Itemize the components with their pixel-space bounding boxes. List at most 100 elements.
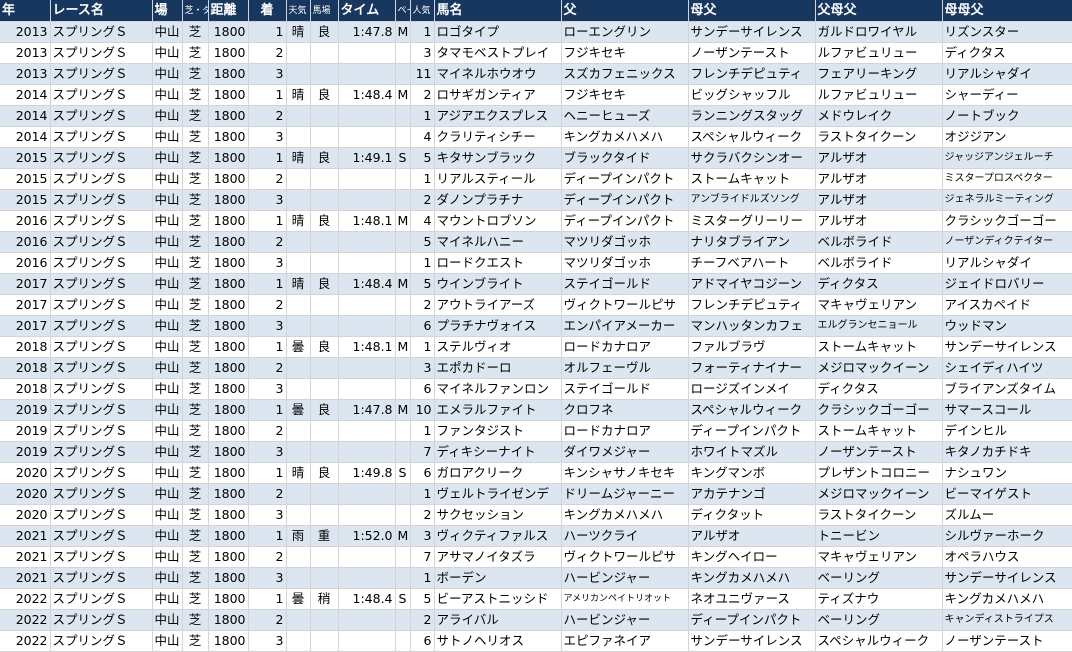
race-name-cell: スプリングＳ: [50, 588, 153, 610]
time-cell: 1:48.1: [338, 336, 396, 358]
race-name-cell: スプリングＳ: [50, 210, 153, 232]
pace-cell: M: [395, 84, 411, 106]
dam-dam-sire-cell: リズンスター: [942, 21, 1072, 43]
sire-cell: キングカメハメハ: [561, 126, 689, 148]
weather-cell: [286, 231, 311, 253]
col-weather: 天気: [286, 0, 311, 22]
race-name-cell: スプリングＳ: [50, 21, 153, 43]
venue-cell: 中山: [152, 630, 183, 652]
dam-dam-sire-cell: デインヒル: [942, 420, 1072, 442]
weather-cell: [286, 357, 311, 379]
track-cell: [310, 189, 339, 211]
dam-dam-sire-cell: ジェイドロバリー: [942, 273, 1072, 295]
distance-cell: 1800: [208, 210, 249, 232]
distance-cell: 1800: [208, 273, 249, 295]
distance-cell: 1800: [208, 609, 249, 631]
broodmare-sire-cell: フォーティナイナー: [688, 357, 816, 379]
distance-cell: 1800: [208, 336, 249, 358]
pace-cell: [395, 168, 411, 190]
surface-cell: 芝: [182, 336, 209, 358]
track-cell: [310, 420, 339, 442]
surface-cell: 芝: [182, 420, 209, 442]
horse-name-cell: タマモベストプレイ: [434, 42, 562, 64]
year-cell: 2014: [0, 105, 51, 127]
year-cell: 2016: [0, 231, 51, 253]
broodmare-sire-cell: チーフベアハート: [688, 252, 816, 274]
horse-name-cell: エポカドーロ: [434, 357, 562, 379]
table-row: 2018 スプリングＳ 中山芝 1800 1 曇良 1:48.1 M 1 ステルヴィオ ロードカナロ…: [0, 336, 1072, 358]
pace-cell: [395, 378, 411, 400]
horse-name-cell: アウトライアーズ: [434, 294, 562, 316]
race-name-cell: スプリングＳ: [50, 105, 153, 127]
broodmare-sire-cell: フレンチデピュティ: [688, 63, 816, 85]
race-name-cell: スプリングＳ: [50, 42, 153, 64]
sire-sire-cell: ディクタス: [815, 273, 943, 295]
broodmare-sire-cell: ストームキャット: [688, 168, 816, 190]
venue-cell: 中山: [152, 525, 183, 547]
broodmare-sire-cell: ホワイトマズル: [688, 441, 816, 463]
dam-dam-sire-cell: ナシュワン: [942, 462, 1072, 484]
horse-name-cell: ガロアクリーク: [434, 462, 562, 484]
venue-cell: 中山: [152, 462, 183, 484]
weather-cell: [286, 42, 311, 64]
sire-sire-cell: ストームキャット: [815, 420, 943, 442]
popularity-cell: 1: [410, 168, 435, 190]
year-cell: 2018: [0, 378, 51, 400]
dam-dam-sire-cell: ビーマイゲスト: [942, 483, 1072, 505]
time-cell: [338, 609, 396, 631]
broodmare-sire-cell: アカテナンゴ: [688, 483, 816, 505]
popularity-cell: 7: [410, 546, 435, 568]
year-cell: 2015: [0, 147, 51, 169]
sire-cell: ヴィクトワールピサ: [561, 546, 689, 568]
race-name-cell: スプリングＳ: [50, 441, 153, 463]
distance-cell: 1800: [208, 504, 249, 526]
sire-sire-cell: アルザオ: [815, 147, 943, 169]
place-cell: 3: [248, 378, 287, 400]
horse-name-cell: アジアエクスプレス: [434, 105, 562, 127]
race-name-cell: スプリングＳ: [50, 483, 153, 505]
pace-cell: M: [395, 336, 411, 358]
col-broodmare-sire: 母父: [688, 0, 816, 22]
track-cell: [310, 609, 339, 631]
weather-cell: 曇: [286, 399, 311, 421]
pace-cell: [395, 126, 411, 148]
surface-cell: 芝: [182, 567, 209, 589]
popularity-cell: 2: [410, 609, 435, 631]
dam-dam-sire-cell: キャンディストライプス: [942, 609, 1072, 631]
surface-cell: 芝: [182, 315, 209, 337]
venue-cell: 中山: [152, 147, 183, 169]
popularity-cell: 4: [410, 210, 435, 232]
table-row: 2017 スプリングＳ 中山芝 1800 2 2 アウトライアーズ ヴィクトワールピサ フレンチ…: [0, 294, 1072, 316]
dam-dam-sire-cell: リアルシャダイ: [942, 252, 1072, 274]
table-row: 2017 スプリングＳ 中山芝 1800 3 6 プラチナヴォイス エンパイアメーカー マンハッ…: [0, 315, 1072, 337]
sire-cell: ヘニーヒューズ: [561, 105, 689, 127]
sire-sire-cell: ベルボライド: [815, 252, 943, 274]
time-cell: [338, 441, 396, 463]
race-name-cell: スプリングＳ: [50, 231, 153, 253]
race-name-cell: スプリングＳ: [50, 630, 153, 652]
distance-cell: 1800: [208, 42, 249, 64]
surface-cell: 芝: [182, 609, 209, 631]
broodmare-sire-cell: サクラバクシンオー: [688, 147, 816, 169]
sire-cell: マツリダゴッホ: [561, 252, 689, 274]
popularity-cell: 1: [410, 483, 435, 505]
track-cell: [310, 357, 339, 379]
sire-cell: ローエングリン: [561, 21, 689, 43]
time-cell: [338, 546, 396, 568]
year-cell: 2013: [0, 63, 51, 85]
place-cell: 2: [248, 483, 287, 505]
sire-sire-cell: ディクタス: [815, 378, 943, 400]
track-cell: [310, 504, 339, 526]
broodmare-sire-cell: キングヘイロー: [688, 546, 816, 568]
surface-cell: 芝: [182, 504, 209, 526]
place-cell: 2: [248, 231, 287, 253]
dam-dam-sire-cell: クラシックゴーゴー: [942, 210, 1072, 232]
time-cell: [338, 294, 396, 316]
venue-cell: 中山: [152, 588, 183, 610]
pace-cell: S: [395, 462, 411, 484]
time-cell: [338, 357, 396, 379]
venue-cell: 中山: [152, 21, 183, 43]
horse-name-cell: マイネルファンロン: [434, 378, 562, 400]
place-cell: 3: [248, 315, 287, 337]
year-cell: 2016: [0, 252, 51, 274]
